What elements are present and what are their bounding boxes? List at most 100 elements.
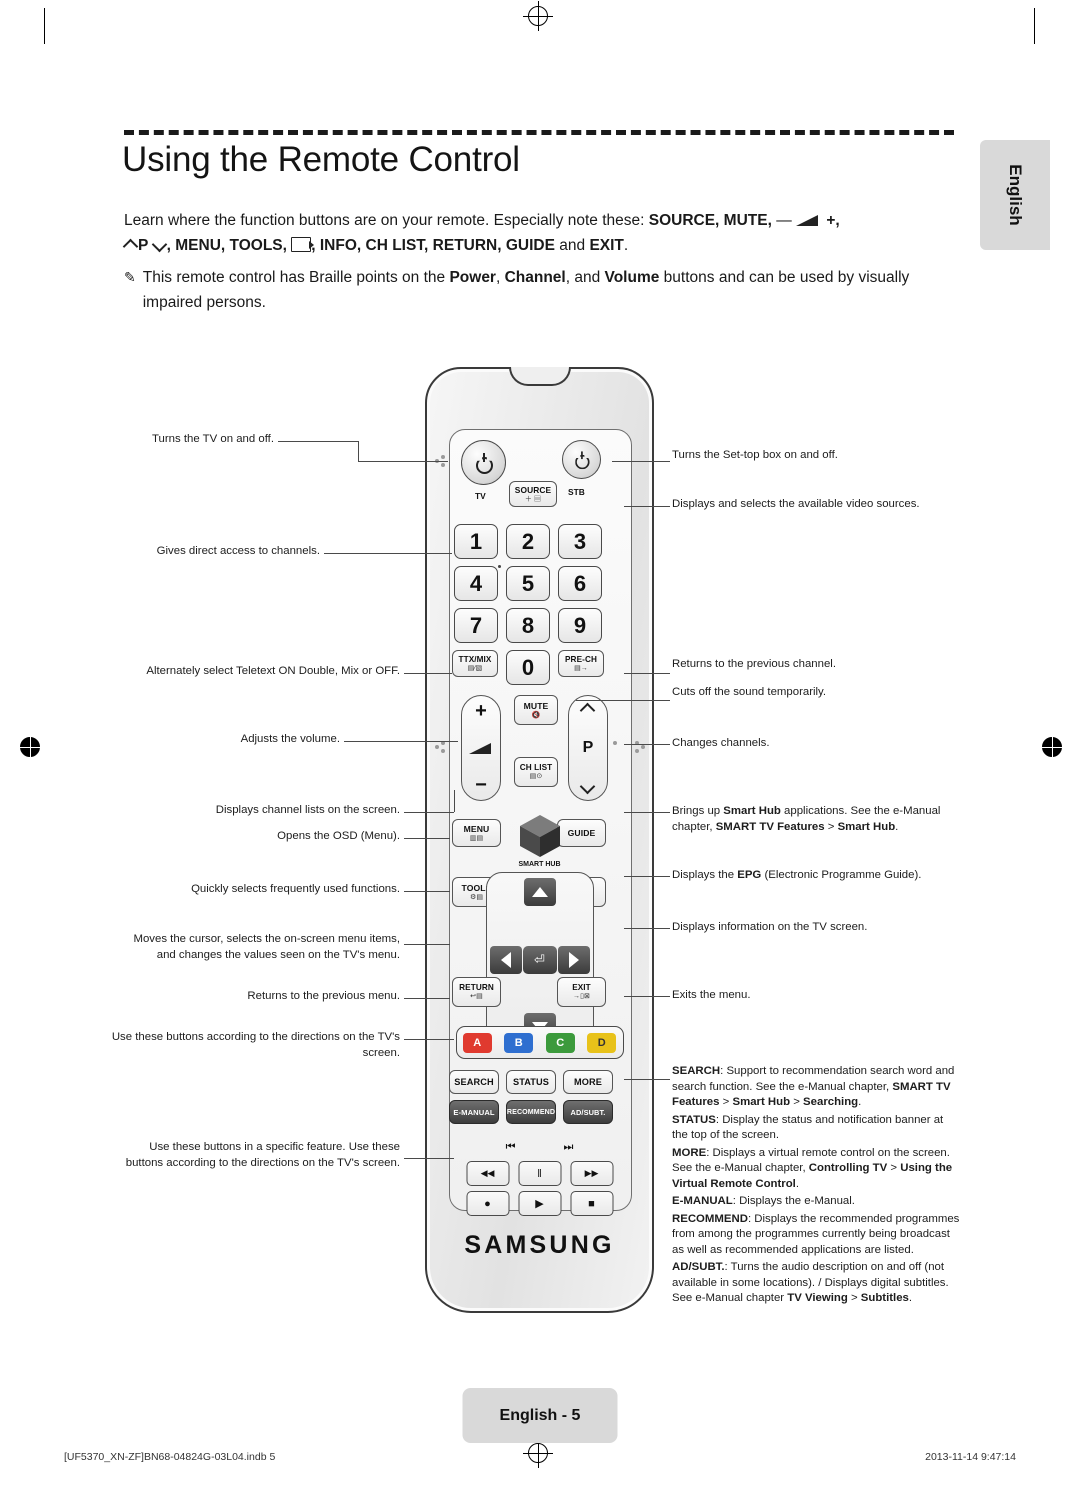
tv-power-button[interactable] (461, 440, 506, 485)
number-button-1[interactable]: 1 (454, 524, 498, 559)
leader-line (576, 700, 670, 701)
dpad-left-button[interactable] (489, 946, 522, 974)
adsubt-label: AD/SUBT. (672, 1261, 725, 1273)
dpad-up-button[interactable] (523, 878, 556, 906)
callout-return: Returns to the previous menu. (247, 990, 400, 1002)
adsubt-b2: Subtitles (860, 1292, 909, 1304)
callout-tv-power: Turns the TV on and off. (152, 433, 274, 445)
registration-mark-right (1037, 732, 1067, 762)
number-button-9[interactable]: 9 (558, 608, 602, 643)
intro-note: ✎ This remote control has Braille points… (124, 265, 954, 315)
recommend-button[interactable]: RECOMMEND (506, 1100, 556, 1124)
source-sub-icon: ＋ ▤ (524, 495, 542, 503)
number-button-7[interactable]: 7 (454, 608, 498, 643)
recommend-label: RECOMMEND (672, 1212, 748, 1225)
enter-button[interactable]: ⏎ (522, 946, 557, 974)
tools-sub-icon: ⚙▤ (469, 893, 484, 901)
skip-back-icon[interactable]: ⏮ (506, 1141, 516, 1154)
search-button[interactable]: SEARCH (449, 1070, 499, 1094)
number-button-6[interactable]: 6 (558, 566, 602, 601)
color-button-b[interactable]: B (504, 1032, 534, 1053)
guide-button[interactable]: GUIDE (557, 819, 606, 847)
leader-line (404, 944, 450, 945)
intro-p-label: P (138, 237, 149, 254)
braille-dot (441, 455, 445, 459)
record-button[interactable]: ● (466, 1191, 509, 1216)
adsubt-gt: > (847, 1292, 861, 1304)
status-button[interactable]: STATUS (506, 1070, 556, 1094)
exit-button[interactable]: EXIT →▯⊠ (557, 977, 606, 1007)
guide-label: GUIDE (567, 828, 596, 838)
intro-text: Learn where the function buttons are on … (124, 208, 954, 315)
color-button-d[interactable]: D (587, 1032, 617, 1053)
leader-line (624, 1079, 670, 1080)
braille-dot (641, 745, 645, 749)
ttx-mix-button[interactable]: TTX/MIX ▤⁄▧ (452, 650, 498, 677)
more-end: . (795, 1177, 800, 1190)
number-button-2[interactable]: 2 (506, 524, 550, 559)
language-tab: English (980, 140, 1050, 250)
leader-line (404, 673, 452, 674)
leader-line (624, 744, 670, 745)
menu-button[interactable]: MENU ▥▤ (452, 819, 501, 847)
color-button-a[interactable]: A (462, 1032, 492, 1053)
volume-up-label: + (475, 700, 487, 722)
source-label: SOURCE (514, 484, 552, 495)
e-manual-button[interactable]: E-MANUAL (449, 1100, 499, 1124)
emanual-text: : Displays the e-Manual. (732, 1195, 855, 1207)
mute-button[interactable]: MUTE 🔇 (514, 695, 558, 725)
intro-line1-pre: Learn where the function buttons are on … (124, 212, 649, 229)
enter-icon: ⏎ (534, 952, 545, 967)
leader-line (612, 461, 670, 462)
more-label: MORE (672, 1146, 707, 1159)
search-gt2: > (790, 1096, 804, 1108)
source-button[interactable]: SOURCE ＋ ▤ (509, 481, 557, 507)
callout-adsubt: AD/SUBT.: Turns the audio description on… (672, 1260, 962, 1307)
channel-up-icon (581, 702, 595, 716)
crop-mark-tl-v (44, 8, 45, 44)
arrow-left-icon (500, 952, 511, 968)
dpad-right-button[interactable] (557, 946, 590, 974)
leader-line (404, 838, 450, 839)
note-pre: This remote control has Braille points o… (142, 269, 450, 286)
mute-sub-icon: 🔇 (531, 711, 541, 719)
ch-list-label: CH LIST (519, 763, 553, 772)
pre-ch-button[interactable]: PRE-CH ▤→ (558, 650, 604, 677)
return-button[interactable]: RETURN ↩▤ (452, 977, 501, 1007)
color-button-c[interactable]: C (545, 1032, 575, 1053)
leader-line (404, 1158, 454, 1159)
direction-pad[interactable]: ⏎ (485, 872, 594, 1048)
number-button-8[interactable]: 8 (506, 608, 550, 643)
number-button-5[interactable]: 5 (506, 566, 550, 601)
number-button-0[interactable]: 0 (506, 650, 550, 685)
volume-down-label: − (475, 774, 487, 796)
smarthub-gt: > (824, 820, 838, 833)
search-gt: > (719, 1096, 733, 1108)
rewind-button[interactable]: ◀◀ (466, 1161, 509, 1186)
smarthub-b3: Smart Hub (837, 820, 896, 833)
ch-list-button[interactable]: CH LIST ▤⊙ (514, 757, 558, 787)
intro-line-1: Learn where the function buttons are on … (124, 208, 954, 233)
power-icon (574, 451, 588, 466)
pause-button[interactable]: ‖ (518, 1161, 561, 1186)
more-button[interactable]: MORE (563, 1070, 613, 1094)
ad-subt-button[interactable]: AD/SUBT. (563, 1100, 613, 1124)
number-button-4[interactable]: 4 (454, 566, 498, 601)
stb-power-button[interactable] (562, 440, 601, 479)
volume-rocker[interactable]: + − (461, 695, 501, 801)
mute-label: MUTE (523, 700, 549, 711)
skip-forward-icon[interactable]: ⏭ (564, 1141, 574, 1154)
smart-hub-button[interactable]: SMART HUB (517, 813, 563, 868)
play-button[interactable]: ▶ (518, 1191, 561, 1216)
number-button-3[interactable]: 3 (558, 524, 602, 559)
guide-post: (Electronic Programme Guide). (761, 869, 922, 881)
note-c1: , (495, 269, 505, 286)
callout-search: SEARCH: Support to recommendation search… (672, 1064, 962, 1111)
callout-exit: Exits the menu. (672, 989, 751, 1001)
stop-button[interactable]: ■ (570, 1191, 613, 1216)
channel-rocker[interactable]: P (568, 695, 608, 801)
remote-control-illustration: TV STB SOURCE ＋ ▤ 1 2 3 4 5 6 7 8 9 TTX/… (425, 367, 654, 1313)
fast-forward-button[interactable]: ▶▶ (570, 1161, 613, 1186)
leader-line (404, 1039, 454, 1040)
remote-top-notch (508, 367, 571, 386)
